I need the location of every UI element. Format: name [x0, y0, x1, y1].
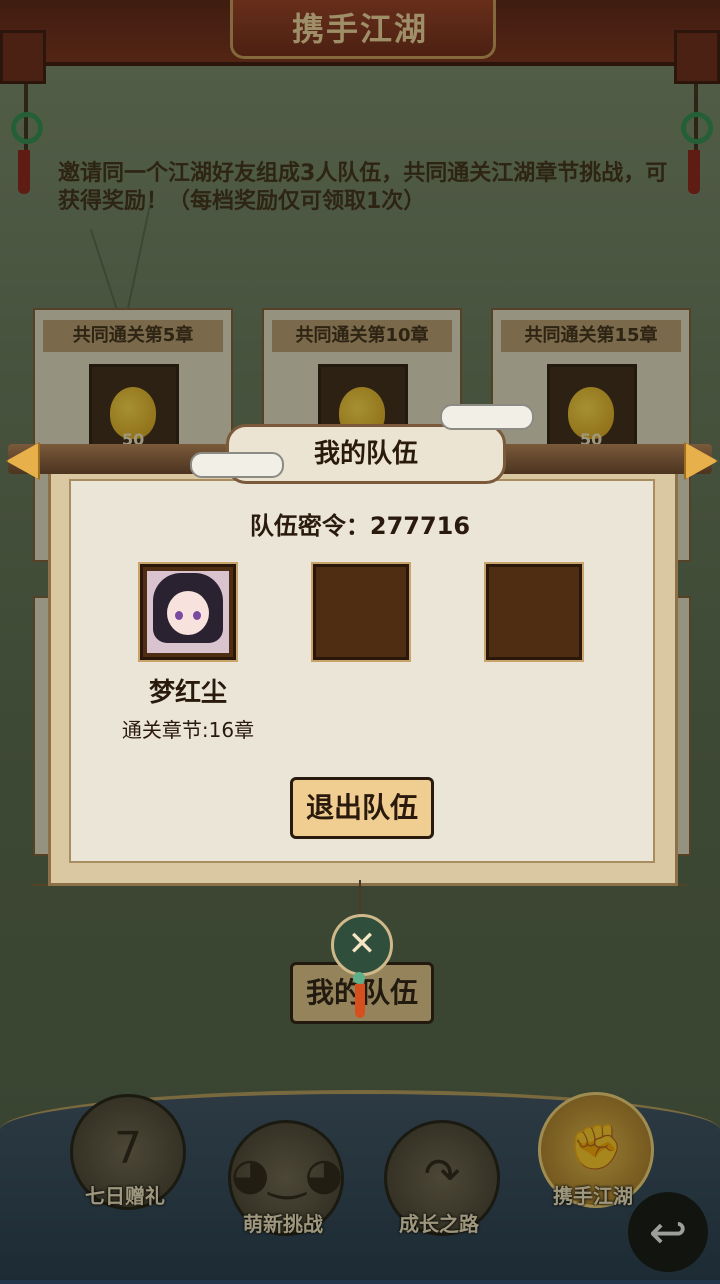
avatar-face	[167, 591, 209, 635]
cloud-decoration	[440, 404, 534, 430]
leave-team-button[interactable]: 退出队伍	[290, 777, 434, 839]
team-code: 队伍密令：277716	[249, 512, 471, 540]
team-slot-empty[interactable]	[484, 562, 584, 662]
avatar	[147, 571, 229, 653]
member-progress: 通关章节:16章	[121, 718, 255, 742]
team-slot-empty[interactable]	[311, 562, 411, 662]
member-name: 梦红尘	[148, 678, 227, 708]
team-slot-filled[interactable]	[138, 562, 238, 662]
cloud-decoration	[190, 452, 284, 478]
close-tassel	[355, 984, 365, 1018]
avatar-eye	[193, 611, 201, 620]
avatar-eye	[175, 611, 183, 620]
close-icon[interactable]: ✕	[331, 914, 393, 976]
close-bead	[353, 972, 365, 984]
close-cord	[359, 880, 361, 916]
